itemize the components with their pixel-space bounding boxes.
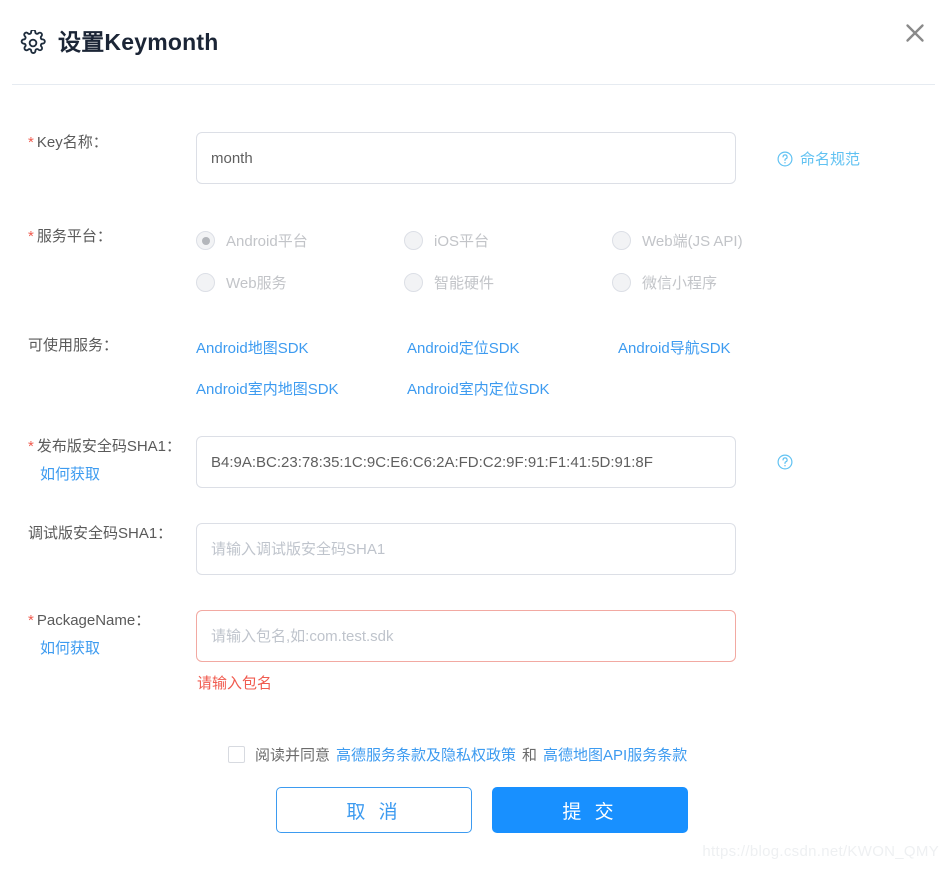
agreement-checkbox[interactable] bbox=[228, 746, 245, 763]
package-name-input[interactable] bbox=[196, 610, 736, 662]
agreement-conjunction: 和 bbox=[522, 747, 538, 764]
radio-dot-smart-hardware bbox=[404, 273, 423, 292]
form-row-release-sha1: * 发布版安全码SHA1： 如何获取 bbox=[0, 436, 947, 488]
key-name-control: 命名规范 bbox=[196, 132, 947, 184]
radio-web-js-api[interactable]: Web端(JS API) bbox=[612, 230, 820, 251]
footer-actions: 取 消 提 交 bbox=[0, 787, 947, 833]
form-row-debug-sha1: 调试版安全码SHA1： bbox=[0, 523, 947, 575]
debug-sha1-control bbox=[196, 523, 947, 575]
dialog-header: 设置Keymonth bbox=[0, 0, 947, 85]
package-name-label-text: PackageName： bbox=[36, 612, 151, 629]
service-link-android-navigation-sdk[interactable]: Android导航SDK bbox=[618, 337, 947, 358]
debug-sha1-label-text: 调试版安全码SHA1： bbox=[28, 525, 173, 542]
package-name-how-to-link[interactable]: 如何获取 bbox=[28, 638, 188, 660]
services-label-text: 可使用服务： bbox=[28, 337, 119, 354]
service-link-android-indoor-location-sdk[interactable]: Android室内定位SDK bbox=[407, 378, 618, 399]
naming-rules-hint-label: 命名规范 bbox=[800, 151, 861, 168]
platform-label: * 服务平台： bbox=[0, 226, 196, 248]
form-row-platform: * 服务平台： Android平台 iOS平台 Web端(JS API) Web… bbox=[0, 226, 947, 293]
radio-wechat-miniprogram[interactable]: 微信小程序 bbox=[612, 272, 820, 293]
radio-label-web-service: Web服务 bbox=[226, 275, 287, 292]
question-circle-icon bbox=[776, 453, 794, 471]
package-name-label: * PackageName： 如何获取 bbox=[0, 610, 196, 660]
page-title: 设置Keymonth bbox=[58, 29, 219, 55]
question-circle-icon bbox=[776, 150, 794, 168]
debug-sha1-label: 调试版安全码SHA1： bbox=[0, 523, 196, 545]
radio-dot-web-service bbox=[196, 273, 215, 292]
release-sha1-input[interactable] bbox=[196, 436, 736, 488]
agreement-link-service-terms[interactable]: 高德服务条款及隐私权政策 bbox=[336, 744, 516, 765]
dialog-header-left: 设置Keymonth bbox=[20, 28, 219, 56]
submit-button[interactable]: 提 交 bbox=[492, 787, 688, 833]
form-row-services: 可使用服务： Android地图SDK Android定位SDK Android… bbox=[0, 335, 947, 399]
gear-icon bbox=[20, 28, 46, 56]
agreement-prefix: 阅读并同意 bbox=[255, 747, 331, 764]
header-divider bbox=[12, 84, 935, 85]
platform-radio-group: Android平台 iOS平台 Web端(JS API) Web服务 智能硬件 bbox=[196, 226, 947, 293]
radio-dot-wechat-miniprogram bbox=[612, 273, 631, 292]
required-marker-platform: * bbox=[28, 228, 34, 245]
required-marker-package-name: * bbox=[28, 612, 34, 629]
dialog-body: *Key名称： 命名规范 *服务平台： bbox=[0, 132, 947, 833]
watermark: https://blog.csdn.net/KWON_QMY bbox=[702, 843, 939, 860]
key-name-label: * Key名称： bbox=[0, 132, 196, 154]
package-name-error-message: 请输入包名 bbox=[197, 675, 273, 692]
debug-sha1-input[interactable] bbox=[196, 523, 736, 575]
agreement-row: 阅读并同意 高德服务条款及隐私权政策 和 高德地图API服务条款 bbox=[0, 744, 947, 765]
services-control: Android地图SDK Android定位SDK Android导航SDK A… bbox=[196, 335, 947, 399]
close-icon[interactable] bbox=[900, 18, 930, 48]
key-name-input[interactable] bbox=[196, 132, 736, 184]
release-sha1-label: * 发布版安全码SHA1： 如何获取 bbox=[0, 436, 196, 486]
radio-smart-hardware[interactable]: 智能硬件 bbox=[404, 272, 612, 293]
service-link-android-indoor-map-sdk[interactable]: Android室内地图SDK bbox=[196, 378, 407, 399]
platform-label-text: 服务平台： bbox=[36, 228, 112, 245]
package-name-control: 请输入包名 bbox=[196, 610, 947, 693]
services-link-list: Android地图SDK Android定位SDK Android导航SDK A… bbox=[196, 335, 947, 399]
radio-dot-ios bbox=[404, 231, 423, 250]
service-link-android-location-sdk[interactable]: Android定位SDK bbox=[407, 337, 618, 358]
naming-rules-hint[interactable]: 命名规范 bbox=[776, 148, 860, 169]
radio-android[interactable]: Android平台 bbox=[196, 230, 404, 251]
form-row-key-name: *Key名称： 命名规范 bbox=[0, 132, 947, 184]
key-name-label-text: Key名称： bbox=[36, 134, 108, 151]
radio-label-wechat-miniprogram: 微信小程序 bbox=[642, 275, 718, 292]
radio-ios[interactable]: iOS平台 bbox=[404, 230, 612, 251]
cancel-button[interactable]: 取 消 bbox=[276, 787, 472, 833]
radio-label-android: Android平台 bbox=[226, 233, 308, 250]
release-sha1-control bbox=[196, 436, 947, 488]
radio-web-service[interactable]: Web服务 bbox=[196, 272, 404, 293]
radio-label-smart-hardware: 智能硬件 bbox=[434, 275, 495, 292]
radio-label-web-js-api: Web端(JS API) bbox=[642, 233, 743, 250]
platform-control: Android平台 iOS平台 Web端(JS API) Web服务 智能硬件 bbox=[196, 226, 947, 293]
radio-dot-android bbox=[196, 231, 215, 250]
radio-dot-web-js-api bbox=[612, 231, 631, 250]
service-link-android-map-sdk[interactable]: Android地图SDK bbox=[196, 337, 407, 358]
required-marker-key-name: * bbox=[28, 134, 34, 151]
agreement-link-api-terms[interactable]: 高德地图API服务条款 bbox=[543, 744, 687, 765]
form-row-package-name: * PackageName： 如何获取 请输入包名 bbox=[0, 610, 947, 693]
release-sha1-help-hint[interactable] bbox=[776, 453, 794, 471]
radio-label-ios: iOS平台 bbox=[434, 233, 490, 250]
required-marker-release-sha1: * bbox=[28, 438, 34, 455]
services-label: 可使用服务： bbox=[0, 335, 196, 357]
release-sha1-how-to-link[interactable]: 如何获取 bbox=[28, 464, 188, 486]
release-sha1-label-text: 发布版安全码SHA1： bbox=[36, 438, 182, 455]
